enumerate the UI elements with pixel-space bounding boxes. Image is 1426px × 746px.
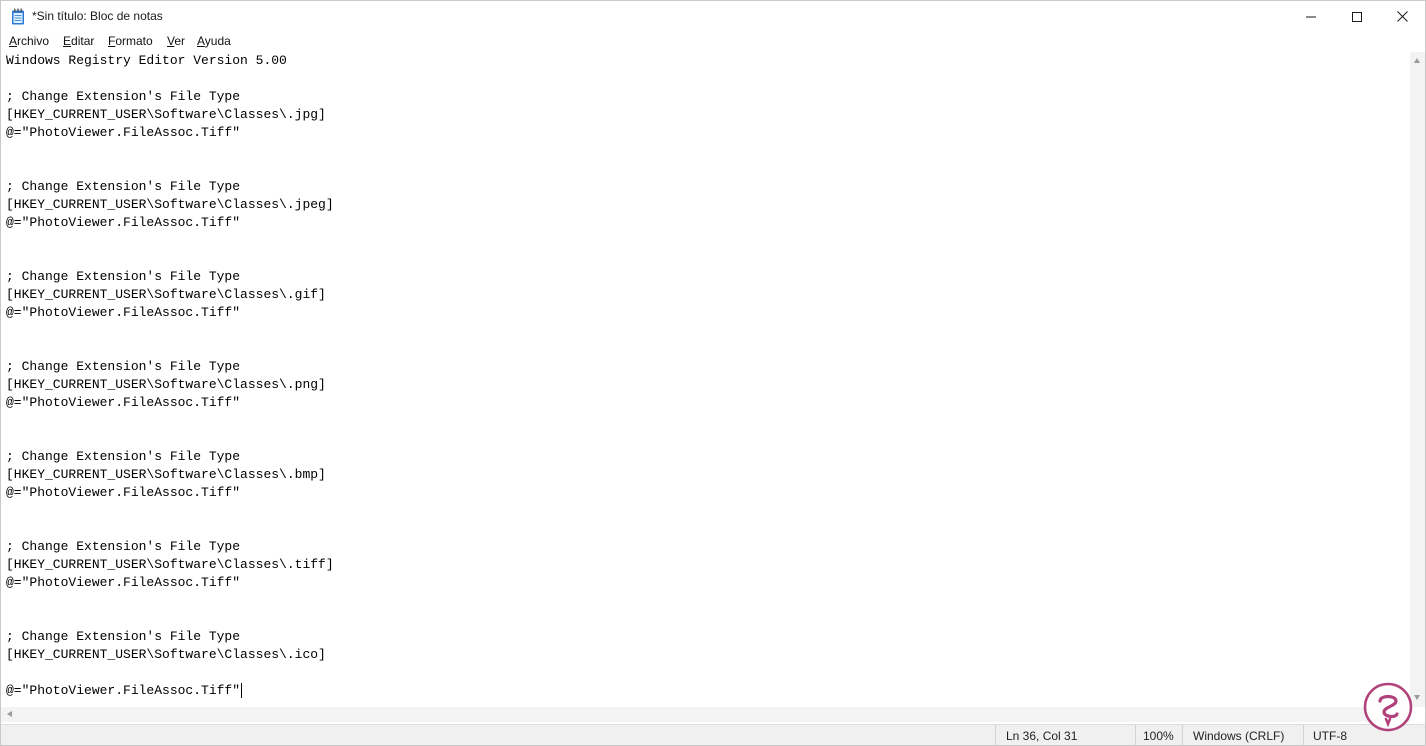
status-divider — [995, 725, 996, 746]
zoom-level: 100% — [1143, 729, 1174, 743]
editor-line: [HKEY_CURRENT_USER\Software\Classes\.bmp… — [6, 467, 326, 482]
editor-line: ; Change Extension's File Type — [6, 359, 241, 374]
close-button[interactable] — [1379, 1, 1425, 32]
watermark-logo-icon — [1363, 682, 1413, 732]
scroll-up-arrow-icon[interactable] — [1414, 58, 1420, 63]
maximize-icon — [1352, 11, 1362, 22]
editor-line: [HKEY_CURRENT_USER\Software\Classes\.tif… — [6, 557, 334, 572]
editor-line: [HKEY_CURRENT_USER\Software\Classes\.png… — [6, 377, 326, 392]
editor-line: ; Change Extension's File Type — [6, 269, 241, 284]
notepad-window: *Sin título: Bloc de notas Archivo Edita… — [0, 0, 1426, 746]
cursor-position: Ln 36, Col 31 — [1006, 729, 1078, 743]
menu-formato[interactable]: Formato — [108, 34, 153, 48]
scroll-down-arrow-icon[interactable] — [1414, 695, 1420, 700]
editor-line: [HKEY_CURRENT_USER\Software\Classes\.ico… — [6, 647, 326, 662]
notepad-icon — [12, 8, 24, 25]
editor-line: @="PhotoViewer.FileAssoc.Tiff" — [6, 305, 241, 320]
editor-line: [HKEY_CURRENT_USER\Software\Classes\.jpg… — [6, 107, 326, 122]
maximize-button[interactable] — [1334, 1, 1380, 32]
status-divider — [1303, 725, 1304, 746]
menu-bar: Archivo Editar Formato Ver Ayuda — [1, 32, 1425, 52]
editor-line: @="PhotoViewer.FileAssoc.Tiff" — [6, 485, 241, 500]
menu-archivo[interactable]: Archivo — [9, 34, 49, 48]
editor-line: @="PhotoViewer.FileAssoc.Tiff" — [6, 215, 241, 230]
menu-editar[interactable]: Editar — [63, 34, 94, 48]
editor-line: Windows Registry Editor Version 5.00 — [6, 53, 287, 68]
editor-line: ; Change Extension's File Type — [6, 89, 241, 104]
minimize-button[interactable] — [1288, 1, 1334, 32]
menu-ver[interactable]: Ver — [167, 34, 185, 48]
editor-line: @="PhotoViewer.FileAssoc.Tiff" — [6, 575, 241, 590]
editor-line: @="PhotoViewer.FileAssoc.Tiff" — [6, 395, 241, 410]
menu-ayuda[interactable]: Ayuda — [197, 34, 231, 48]
editor-line: ; Change Extension's File Type — [6, 449, 241, 464]
status-bar: Ln 36, Col 31 100% Windows (CRLF) UTF-8 — [1, 724, 1425, 746]
horizontal-scrollbar[interactable] — [1, 707, 1410, 722]
editor-line: @="PhotoViewer.FileAssoc.Tiff" — [6, 125, 241, 140]
editor-line: ; Change Extension's File Type — [6, 629, 241, 644]
editor-line: @="PhotoViewer.FileAssoc.Tiff" — [6, 683, 241, 698]
minimize-icon — [1306, 16, 1316, 17]
window-title: *Sin título: Bloc de notas — [32, 9, 163, 23]
text-caret — [241, 683, 242, 698]
title-bar[interactable]: *Sin título: Bloc de notas — [1, 1, 1425, 32]
vertical-scrollbar[interactable] — [1410, 52, 1425, 707]
editor-line: ; Change Extension's File Type — [6, 539, 241, 554]
editor-line: [HKEY_CURRENT_USER\Software\Classes\.gif… — [6, 287, 326, 302]
editor-line: ; Change Extension's File Type — [6, 179, 241, 194]
editor-line: [HKEY_CURRENT_USER\Software\Classes\.jpe… — [6, 197, 334, 212]
text-editor-area[interactable]: Windows Registry Editor Version 5.00 ; Ch… — [1, 52, 1410, 707]
encoding: UTF-8 — [1313, 729, 1347, 743]
status-divider — [1135, 725, 1136, 746]
scroll-left-arrow-icon[interactable] — [7, 711, 12, 717]
line-ending: Windows (CRLF) — [1193, 729, 1285, 743]
status-divider — [1182, 725, 1183, 746]
close-icon — [1396, 11, 1408, 22]
